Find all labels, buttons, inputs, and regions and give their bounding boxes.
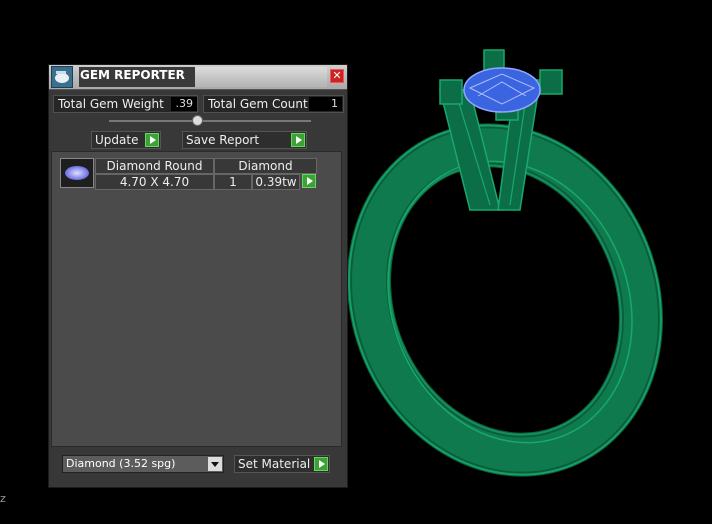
total-gem-weight-value: .39 bbox=[171, 97, 197, 111]
ring-model[interactable] bbox=[297, 49, 712, 522]
set-material-button-label: Set Material bbox=[238, 457, 311, 471]
title-bar[interactable]: GEM REPORTER ✕ bbox=[49, 65, 347, 90]
gem-model[interactable] bbox=[463, 67, 541, 113]
gem-detail-button[interactable] bbox=[300, 174, 317, 190]
save-report-button-label: Save Report bbox=[186, 133, 260, 147]
gem-thumbnail-icon bbox=[60, 158, 94, 188]
update-button[interactable]: Update bbox=[91, 131, 161, 149]
gem-reporter-icon bbox=[51, 66, 73, 88]
gem-list[interactable]: Diamond Round Diamond 4.70 X 4.70 1 0.39… bbox=[51, 151, 342, 447]
panel-title: GEM REPORTER bbox=[79, 67, 196, 87]
gem-count: 1 bbox=[214, 174, 252, 190]
close-icon[interactable]: ✕ bbox=[330, 69, 344, 83]
play-icon bbox=[145, 133, 159, 147]
gem-weight: 0.39tw bbox=[252, 174, 300, 190]
total-gem-count-label: Total Gem Count bbox=[208, 97, 308, 111]
play-icon bbox=[291, 133, 305, 147]
slider-track[interactable] bbox=[109, 120, 311, 122]
gem-material: Diamond bbox=[214, 158, 317, 174]
slider-handle[interactable] bbox=[192, 115, 203, 126]
material-select-value: Diamond (3.52 spg) bbox=[66, 457, 176, 470]
play-icon bbox=[314, 457, 328, 471]
total-gem-count: Total Gem Count 1 bbox=[203, 95, 344, 113]
gem-reporter-panel: GEM REPORTER ✕ Total Gem Weight .39 Tota… bbox=[48, 64, 348, 488]
total-gem-weight-label: Total Gem Weight bbox=[58, 97, 164, 111]
gem-shape: Diamond Round bbox=[95, 158, 214, 174]
material-select[interactable]: Diamond (3.52 spg) bbox=[62, 455, 224, 473]
total-gem-weight: Total Gem Weight .39 bbox=[53, 95, 198, 113]
set-material-button[interactable]: Set Material bbox=[234, 455, 330, 473]
title-grip[interactable] bbox=[195, 67, 327, 87]
update-button-label: Update bbox=[95, 133, 139, 147]
chevron-down-icon bbox=[208, 457, 222, 471]
gem-size: 4.70 X 4.70 bbox=[95, 174, 214, 190]
save-report-button[interactable]: Save Report bbox=[182, 131, 307, 149]
total-gem-count-value: 1 bbox=[309, 97, 342, 111]
axis-label: z bbox=[0, 492, 6, 505]
play-icon bbox=[302, 174, 316, 188]
